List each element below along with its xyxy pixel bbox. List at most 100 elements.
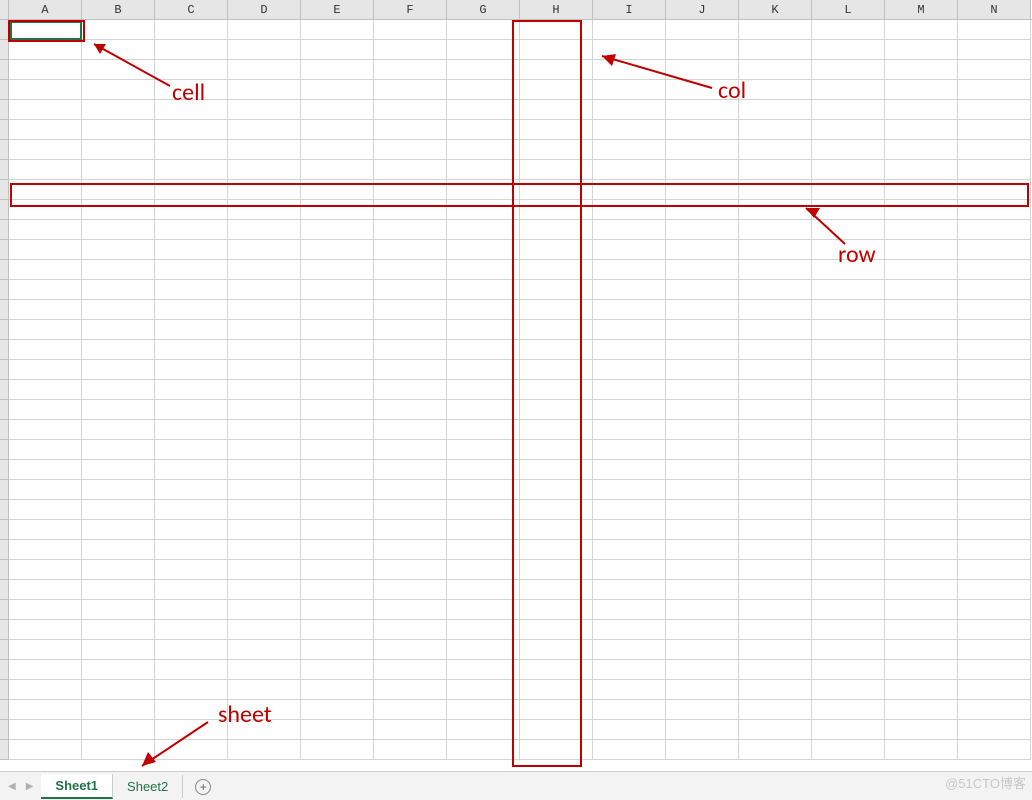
cell[interactable] — [228, 320, 301, 340]
cell[interactable] — [885, 500, 958, 520]
row-header[interactable] — [0, 440, 9, 460]
cell[interactable] — [739, 260, 812, 280]
cell[interactable] — [593, 640, 666, 660]
cell[interactable] — [374, 400, 447, 420]
cell[interactable] — [447, 640, 520, 660]
cell[interactable] — [885, 580, 958, 600]
cell[interactable] — [9, 40, 82, 60]
cell[interactable] — [374, 220, 447, 240]
cell[interactable] — [447, 400, 520, 420]
cell[interactable] — [228, 620, 301, 640]
cell[interactable] — [593, 500, 666, 520]
cell[interactable] — [9, 360, 82, 380]
cell[interactable] — [301, 400, 374, 420]
cell[interactable] — [593, 20, 666, 40]
cell[interactable] — [885, 300, 958, 320]
cell[interactable] — [374, 580, 447, 600]
cell[interactable] — [812, 280, 885, 300]
cell[interactable] — [155, 260, 228, 280]
cell[interactable] — [228, 600, 301, 620]
cell[interactable] — [9, 280, 82, 300]
cell[interactable] — [958, 400, 1031, 420]
cell[interactable] — [812, 680, 885, 700]
cell[interactable] — [374, 280, 447, 300]
cell[interactable] — [447, 240, 520, 260]
select-all-corner[interactable] — [0, 0, 9, 19]
cell[interactable] — [885, 320, 958, 340]
cell[interactable] — [885, 360, 958, 380]
cell[interactable] — [228, 580, 301, 600]
cell[interactable] — [593, 280, 666, 300]
cell[interactable] — [82, 600, 155, 620]
cell[interactable] — [593, 420, 666, 440]
cell[interactable] — [593, 540, 666, 560]
cell[interactable] — [593, 380, 666, 400]
cell[interactable] — [739, 340, 812, 360]
cell[interactable] — [739, 720, 812, 740]
cell[interactable] — [447, 420, 520, 440]
cell[interactable] — [301, 520, 374, 540]
row-header[interactable] — [0, 580, 9, 600]
cell[interactable] — [9, 740, 82, 760]
row-header[interactable] — [0, 300, 9, 320]
cell[interactable] — [155, 660, 228, 680]
cell[interactable] — [812, 460, 885, 480]
cell[interactable] — [9, 320, 82, 340]
cell[interactable] — [593, 260, 666, 280]
row-header[interactable] — [0, 420, 9, 440]
cell[interactable] — [885, 480, 958, 500]
cell[interactable] — [666, 580, 739, 600]
cell[interactable] — [374, 440, 447, 460]
tab-nav-next-icon[interactable]: ▶ — [26, 781, 34, 792]
cell[interactable] — [958, 720, 1031, 740]
cell[interactable] — [593, 240, 666, 260]
cell[interactable] — [447, 620, 520, 640]
cell[interactable] — [374, 600, 447, 620]
cell[interactable] — [885, 60, 958, 80]
cell[interactable] — [228, 740, 301, 760]
cell[interactable] — [447, 680, 520, 700]
cell[interactable] — [958, 500, 1031, 520]
cell[interactable] — [374, 300, 447, 320]
cell[interactable] — [739, 700, 812, 720]
cell[interactable] — [82, 560, 155, 580]
row-header[interactable] — [0, 560, 9, 580]
cell[interactable] — [447, 480, 520, 500]
cell[interactable] — [82, 500, 155, 520]
column-header[interactable]: N — [958, 0, 1031, 19]
row-header[interactable] — [0, 480, 9, 500]
column-header[interactable]: L — [812, 0, 885, 19]
cell[interactable] — [447, 540, 520, 560]
cell[interactable] — [82, 640, 155, 660]
cell[interactable] — [958, 360, 1031, 380]
cell[interactable] — [812, 100, 885, 120]
cell[interactable] — [374, 360, 447, 380]
cell[interactable] — [82, 140, 155, 160]
cell[interactable] — [666, 420, 739, 440]
row-header[interactable] — [0, 180, 9, 200]
row-header[interactable] — [0, 680, 9, 700]
cell[interactable] — [9, 540, 82, 560]
cell[interactable] — [228, 480, 301, 500]
cell[interactable] — [593, 360, 666, 380]
row-header[interactable] — [0, 280, 9, 300]
cell[interactable] — [9, 340, 82, 360]
cell[interactable] — [9, 680, 82, 700]
cell[interactable] — [301, 680, 374, 700]
cell[interactable] — [228, 60, 301, 80]
cell[interactable] — [301, 360, 374, 380]
row-header[interactable] — [0, 240, 9, 260]
cell[interactable] — [885, 680, 958, 700]
cell[interactable] — [82, 440, 155, 460]
cell[interactable] — [374, 480, 447, 500]
column-header[interactable]: D — [228, 0, 301, 19]
cell[interactable] — [593, 580, 666, 600]
cell[interactable] — [82, 100, 155, 120]
cell[interactable] — [447, 80, 520, 100]
cell[interactable] — [958, 340, 1031, 360]
cell[interactable] — [155, 480, 228, 500]
cell[interactable] — [447, 140, 520, 160]
cell[interactable] — [812, 140, 885, 160]
cell[interactable] — [155, 540, 228, 560]
cell[interactable] — [812, 360, 885, 380]
